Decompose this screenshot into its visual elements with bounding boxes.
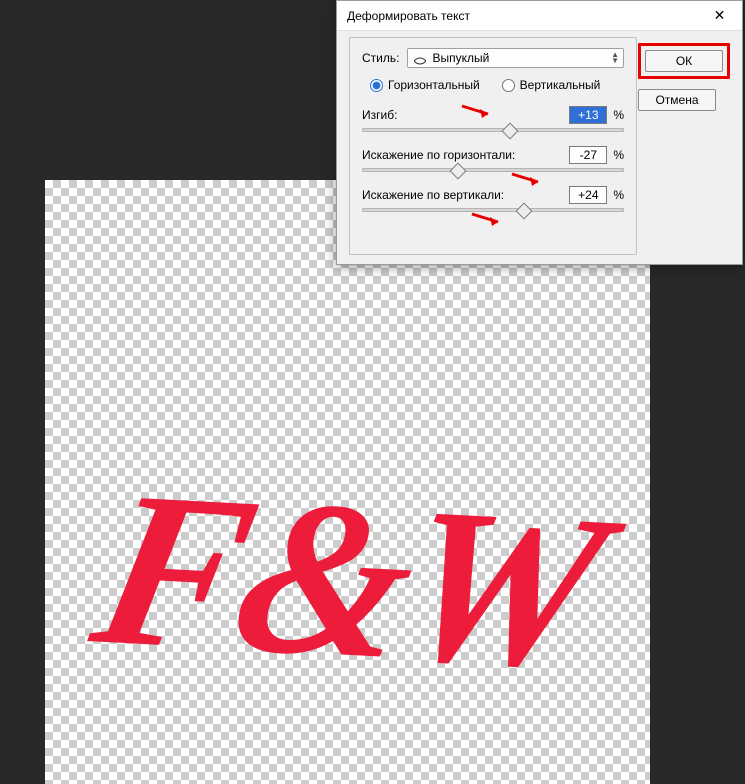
bend-unit: %: [613, 108, 624, 122]
v-distort-label: Искажение по вертикали:: [362, 188, 504, 202]
dialog-title: Деформировать текст: [347, 9, 470, 23]
orientation-vertical[interactable]: Вертикальный: [502, 78, 601, 92]
orientation-horizontal[interactable]: Горизонтальный: [370, 78, 480, 92]
close-button[interactable]: ✕: [697, 1, 742, 30]
h-distort-label: Искажение по горизонтали:: [362, 148, 515, 162]
annotation-arrow-icon: [470, 210, 504, 228]
dialog-titlebar[interactable]: Деформировать текст ✕: [337, 1, 742, 31]
warped-text[interactable]: F&W: [79, 457, 616, 703]
orientation-horizontal-label: Горизонтальный: [388, 78, 480, 92]
warp-text-dialog: Деформировать текст ✕ Стиль: Выпуклый ▲▼: [336, 0, 743, 265]
dialog-buttons: ОК Отмена: [638, 43, 730, 111]
h-distort-unit: %: [613, 148, 624, 162]
h-distort-row: Искажение по горизонтали: -27 %: [362, 146, 624, 172]
v-distort-row: Искажение по вертикали: +24 %: [362, 186, 624, 212]
style-select[interactable]: Выпуклый ▲▼: [407, 48, 624, 68]
bend-row: Изгиб: +13 %: [362, 106, 624, 132]
warp-options-group: Стиль: Выпуклый ▲▼ Горизонтальный: [349, 37, 637, 255]
dialog-body: Стиль: Выпуклый ▲▼ Горизонтальный: [337, 31, 742, 264]
bend-slider[interactable]: [362, 128, 624, 132]
cancel-button[interactable]: Отмена: [638, 89, 716, 111]
bend-input[interactable]: +13: [569, 106, 607, 124]
ok-button[interactable]: ОК: [645, 50, 723, 72]
orientation-row: Горизонтальный Вертикальный: [362, 78, 624, 92]
orientation-vertical-label: Вертикальный: [520, 78, 601, 92]
orientation-vertical-radio[interactable]: [502, 79, 515, 92]
close-icon: ✕: [714, 7, 726, 24]
bulge-icon: [414, 54, 426, 62]
style-row: Стиль: Выпуклый ▲▼: [362, 48, 624, 68]
style-dropdown-arrows-icon: ▲▼: [611, 49, 619, 67]
v-distort-slider[interactable]: [362, 208, 624, 212]
canvas[interactable]: F&W: [45, 180, 650, 784]
style-value: Выпуклый: [432, 51, 489, 65]
orientation-horizontal-radio[interactable]: [370, 79, 383, 92]
h-distort-slider[interactable]: [362, 168, 624, 172]
style-label: Стиль:: [362, 51, 399, 65]
bend-label: Изгиб:: [362, 108, 397, 122]
h-distort-input[interactable]: -27: [569, 146, 607, 164]
ok-highlight-annotation: ОК: [638, 43, 730, 79]
v-distort-input[interactable]: +24: [569, 186, 607, 204]
v-distort-unit: %: [613, 188, 624, 202]
v-distort-slider-thumb[interactable]: [516, 203, 533, 220]
bend-slider-thumb[interactable]: [501, 123, 518, 140]
h-distort-slider-thumb[interactable]: [449, 163, 466, 180]
